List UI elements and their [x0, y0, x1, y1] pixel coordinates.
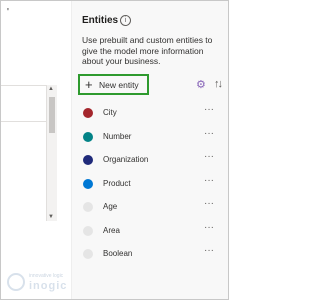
- corner-mark: ': [7, 7, 9, 18]
- more-options-icon[interactable]: ···: [204, 104, 214, 115]
- entity-name: Product: [103, 178, 131, 188]
- entity-name: Area: [103, 225, 120, 235]
- entity-color-dot: [83, 178, 93, 189]
- sort-icon[interactable]: ↑↓: [214, 79, 223, 90]
- watermark-tagline: innovative logic: [29, 273, 64, 279]
- entity-color-dot: [83, 108, 93, 118]
- entity-row[interactable]: Number ···: [72, 126, 228, 150]
- entity-row[interactable]: Area ···: [72, 220, 228, 244]
- entity-row[interactable]: Age ···: [72, 196, 228, 220]
- entity-name: Number: [103, 131, 132, 141]
- entity-color-dot: [83, 225, 93, 236]
- more-options-icon[interactable]: ···: [204, 151, 214, 162]
- panel-description: Use prebuilt and custom entities to give…: [82, 35, 213, 66]
- entity-name: Boolean: [103, 249, 133, 258]
- entity-name: City: [103, 108, 117, 117]
- entity-row[interactable]: Boolean ···: [72, 243, 228, 267]
- entity-name: Organization: [103, 155, 149, 164]
- new-entity-button[interactable]: + New entity: [78, 74, 149, 95]
- entity-row[interactable]: Product ···: [72, 173, 228, 197]
- scroll-up-icon[interactable]: ▲: [48, 86, 54, 92]
- entity-color-dot: [83, 249, 93, 259]
- more-options-icon[interactable]: ···: [204, 198, 214, 209]
- entity-list: City ··· Number ··· Organization ··· Pro…: [72, 102, 228, 267]
- entity-color-dot: [83, 155, 93, 165]
- entity-color-dot: [83, 131, 93, 142]
- info-icon[interactable]: i: [120, 15, 131, 26]
- plus-icon: +: [85, 77, 93, 92]
- panel-title: Entities: [82, 15, 119, 26]
- watermark-logo: innovative logic inogic: [7, 271, 97, 297]
- scrollbar[interactable]: ▲ ▼: [46, 85, 57, 221]
- more-options-icon[interactable]: ···: [204, 245, 214, 256]
- entities-panel: Entities i Use prebuilt and custom entit…: [71, 1, 228, 299]
- window-frame: ' ▲ ▼ Entities i Use prebuilt and custom…: [0, 0, 229, 300]
- logo-icon: [7, 273, 25, 291]
- more-options-icon[interactable]: ···: [204, 128, 214, 139]
- entity-color-dot: [83, 202, 93, 212]
- watermark-name: inogic: [29, 280, 68, 292]
- scrollbar-thumb[interactable]: [49, 97, 55, 133]
- more-options-icon[interactable]: ···: [204, 175, 214, 186]
- new-entity-label: New entity: [99, 79, 139, 90]
- background-page: ' ▲ ▼: [1, 1, 71, 299]
- entity-name: Age: [103, 202, 118, 211]
- gear-icon[interactable]: ⚙: [196, 80, 206, 91]
- entity-row[interactable]: City ···: [72, 102, 228, 126]
- entity-row[interactable]: Organization ···: [72, 149, 228, 173]
- scroll-down-icon[interactable]: ▼: [48, 214, 54, 220]
- more-options-icon[interactable]: ···: [204, 222, 214, 233]
